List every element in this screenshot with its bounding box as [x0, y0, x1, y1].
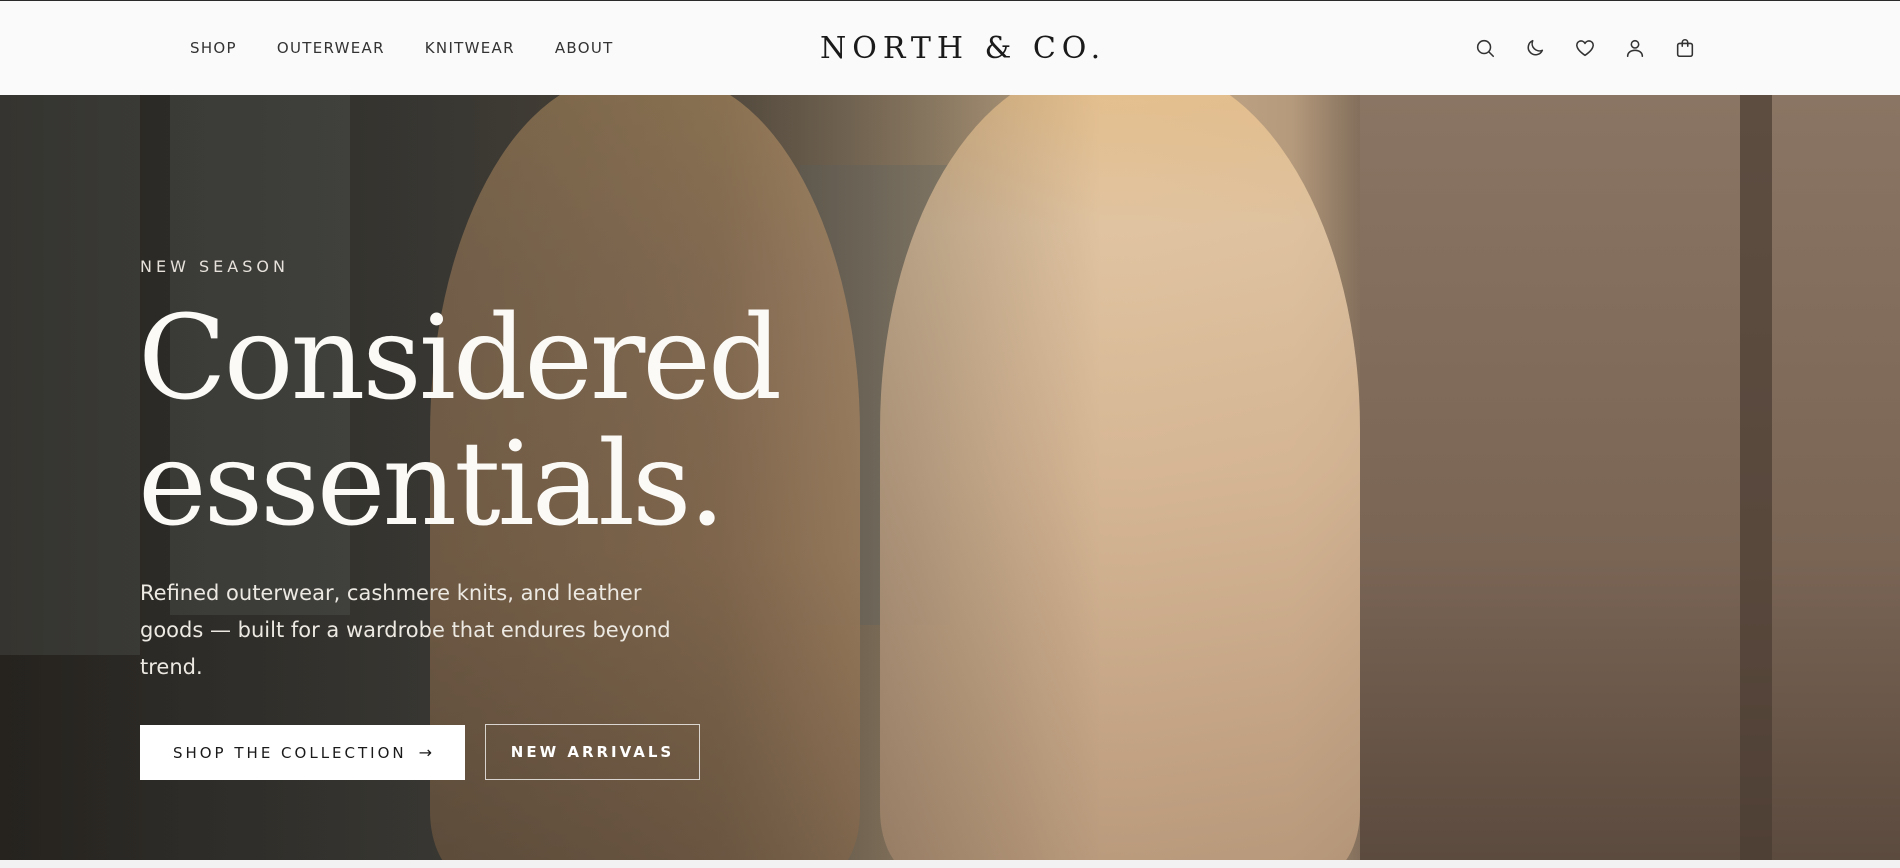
hero-headline-line1: Considered	[138, 291, 782, 426]
shop-collection-button[interactable]: SHOP THE COLLECTION →	[140, 725, 465, 780]
nav-outerwear[interactable]: OUTERWEAR	[277, 39, 385, 57]
nav-shop[interactable]: SHOP	[190, 39, 237, 57]
user-icon[interactable]	[1624, 37, 1646, 59]
arrow-right-icon: →	[418, 743, 433, 762]
nav-about[interactable]: ABOUT	[555, 39, 614, 57]
shop-collection-label: SHOP THE COLLECTION	[172, 743, 407, 762]
hero-headline: Considered essentials.	[138, 296, 782, 548]
bag-icon[interactable]	[1674, 37, 1696, 59]
new-arrivals-button[interactable]: NEW ARRIVALS	[485, 724, 700, 780]
header-actions	[1474, 37, 1696, 59]
hero-headline-line2: essentials.	[138, 417, 725, 552]
moon-icon[interactable]	[1524, 37, 1546, 59]
search-icon[interactable]	[1474, 37, 1496, 59]
heart-icon[interactable]	[1574, 37, 1596, 59]
site-header: SHOP OUTERWEAR KNITWEAR ABOUT NORTH & CO…	[0, 0, 1900, 95]
brand-logo[interactable]: NORTH & CO.	[820, 31, 1106, 66]
nav-knitwear[interactable]: KNITWEAR	[425, 39, 515, 57]
main-nav: SHOP OUTERWEAR KNITWEAR ABOUT	[190, 39, 614, 57]
page-bottom-strip	[0, 860, 1900, 868]
hero-eyebrow: NEW SEASON	[140, 257, 289, 276]
hero-description: Refined outerwear, cashmere knits, and l…	[140, 581, 671, 679]
